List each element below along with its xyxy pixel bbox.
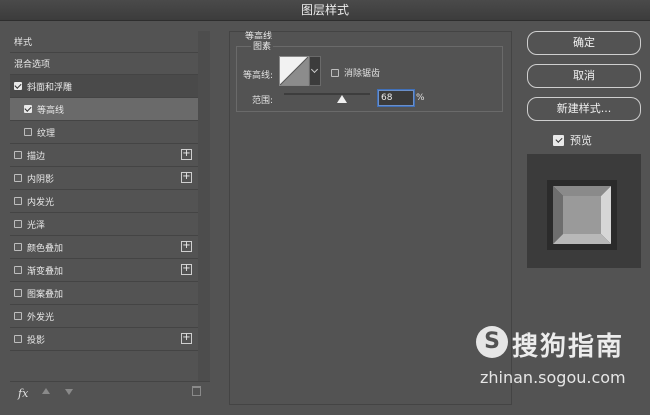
style-item-label: 描边 — [27, 151, 46, 162]
style-item-label: 纹理 — [37, 128, 56, 139]
add-effect-icon[interactable]: + — [181, 333, 192, 344]
style-item-label: 外发光 — [27, 312, 55, 323]
preview-checkbox[interactable]: 预览 — [553, 132, 592, 148]
styles-list: 样式混合选项斜面和浮雕等高线纹理描边 + 内阴影 + 内发光光泽颜色叠加 + 渐变叠加 + 图案… — [10, 31, 198, 351]
move-up-icon[interactable] — [42, 388, 50, 394]
style-checkbox[interactable] — [24, 128, 32, 136]
style-item[interactable]: 内发光 — [10, 190, 198, 213]
elements-group — [236, 46, 503, 112]
style-checkbox[interactable] — [14, 174, 22, 182]
preview-label: 预览 — [570, 134, 592, 147]
contour-dropdown[interactable] — [309, 56, 321, 86]
style-item[interactable]: 描边 + — [10, 144, 198, 167]
style-preview — [527, 154, 641, 268]
style-item[interactable]: 样式 — [10, 31, 198, 53]
style-item-label: 光泽 — [27, 220, 46, 231]
anti-alias-checkbox[interactable]: 消除锯齿 — [331, 66, 380, 79]
range-slider-track[interactable] — [284, 93, 370, 95]
add-effect-icon[interactable]: + — [181, 149, 192, 160]
move-down-icon[interactable] — [65, 389, 73, 395]
new-style-button[interactable]: 新建样式... — [527, 97, 641, 121]
style-item[interactable]: 外发光 — [10, 305, 198, 328]
style-item[interactable]: 图案叠加 — [10, 282, 198, 305]
style-item[interactable]: 内阴影 + — [10, 167, 198, 190]
fx-button[interactable]: fx — [18, 387, 28, 400]
styles-footer: fx — [10, 381, 210, 406]
style-item-label: 等高线 — [37, 105, 65, 116]
style-checkbox[interactable] — [14, 266, 22, 274]
ok-button[interactable]: 确定 — [527, 31, 641, 55]
add-effect-icon[interactable]: + — [181, 241, 192, 252]
preview-box[interactable] — [553, 134, 564, 146]
styles-panel: 样式混合选项斜面和浮雕等高线纹理描边 + 内阴影 + 内发光光泽颜色叠加 + 渐变叠加 + 图案… — [10, 31, 198, 405]
add-effect-icon[interactable]: + — [181, 264, 192, 275]
style-checkbox[interactable] — [14, 151, 22, 159]
style-item[interactable]: 斜面和浮雕 — [10, 75, 198, 98]
style-checkbox[interactable] — [14, 82, 22, 90]
anti-alias-label: 消除锯齿 — [344, 69, 381, 79]
style-item[interactable]: 颜色叠加 + — [10, 236, 198, 259]
anti-alias-box[interactable] — [331, 68, 339, 77]
style-item-label: 图案叠加 — [27, 289, 64, 300]
style-item[interactable]: 投影 + — [10, 328, 198, 351]
style-checkbox[interactable] — [14, 243, 22, 251]
watermark: S 搜狗指南 zhinan.sogou.com — [476, 326, 648, 406]
cancel-button[interactable]: 取消 — [527, 64, 641, 88]
bevel-preview-image — [527, 154, 641, 268]
contour-label: 等高线: — [243, 71, 274, 81]
style-item-label: 样式 — [14, 38, 33, 48]
style-item-label: 投影 — [27, 335, 46, 346]
style-item-label: 渐变叠加 — [27, 266, 64, 277]
range-unit: % — [416, 93, 425, 103]
style-checkbox[interactable] — [14, 312, 22, 320]
style-item-label: 内发光 — [27, 197, 55, 208]
style-item[interactable]: 等高线 — [10, 98, 198, 121]
trash-icon[interactable] — [192, 386, 201, 396]
style-checkbox[interactable] — [14, 220, 22, 228]
style-item[interactable]: 纹理 — [10, 121, 198, 144]
style-checkbox[interactable] — [14, 197, 22, 205]
range-input[interactable]: 68 — [378, 90, 414, 106]
add-effect-icon[interactable]: + — [181, 172, 192, 183]
style-checkbox[interactable] — [14, 289, 22, 297]
watermark-url: zhinan.sogou.com — [480, 368, 626, 387]
style-item-label: 混合选项 — [14, 60, 51, 70]
group-title: 图素 — [251, 39, 274, 52]
window-title: 图层样式 — [0, 0, 650, 21]
range-label: 范围: — [252, 96, 274, 106]
styles-scrollbar[interactable] — [198, 31, 210, 381]
style-item-label: 颜色叠加 — [27, 243, 64, 254]
watermark-brand: 搜狗指南 — [512, 332, 625, 362]
style-item[interactable]: 渐变叠加 + — [10, 259, 198, 282]
style-item-label: 斜面和浮雕 — [27, 82, 73, 93]
style-item-label: 内阴影 — [27, 174, 55, 185]
contour-preview[interactable] — [279, 56, 309, 86]
contour-curve-icon — [279, 56, 309, 86]
style-item[interactable]: 光泽 — [10, 213, 198, 236]
style-checkbox[interactable] — [14, 335, 22, 343]
style-checkbox[interactable] — [24, 105, 32, 113]
sogou-logo-icon: S — [476, 326, 508, 358]
style-item[interactable]: 混合选项 — [10, 53, 198, 75]
range-slider-thumb[interactable] — [337, 95, 348, 103]
